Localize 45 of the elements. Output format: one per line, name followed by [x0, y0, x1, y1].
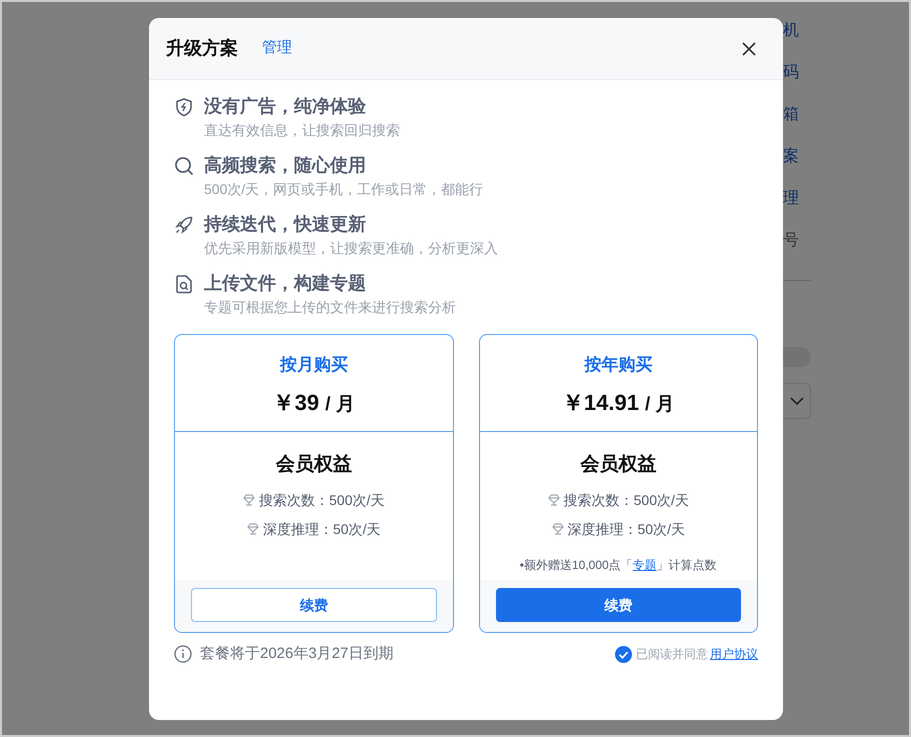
feature-description: 500次/天，网页或手机，工作或日常，都能行 [204, 180, 484, 199]
menu-item[interactable]: 机 [783, 10, 799, 52]
document-search-icon [174, 274, 194, 294]
info-icon [174, 645, 192, 664]
feature-title: 高频搜索，随心使用 [204, 154, 367, 177]
dialog-title: 升级方案 [166, 37, 238, 60]
feature-title: 上传文件，构建专题 [204, 272, 367, 295]
feature-description: 专题可根据您上传的文件来进行搜索分析 [204, 298, 456, 317]
renew-button[interactable]: 续费 [191, 588, 436, 622]
agreement-text: 已阅读并同意 [636, 646, 708, 664]
feature-title: 没有广告，纯净体验 [204, 95, 367, 118]
menu-item[interactable]: 码 [783, 52, 799, 94]
feature-description: 优先采用新版模型，让搜索更准确，分析更深入 [204, 239, 498, 258]
diamond-icon [247, 523, 260, 535]
benefit-text: 搜索次数：500次/天 [564, 490, 689, 510]
plan-title: 按月购买 [278, 354, 349, 376]
benefit-text: 深度推理：50次/天 [568, 520, 685, 538]
topic-link[interactable]: 专题 [632, 558, 657, 572]
price-text: ￥39 / 月 [272, 388, 356, 416]
diamond-icon [243, 494, 256, 506]
menu-item[interactable]: 案 [783, 136, 799, 178]
bonus-note: •额外赠送10,000点「专题」计算点数 [518, 556, 718, 574]
checkbox[interactable] [615, 646, 632, 663]
benefits-title: 会员权益 [579, 453, 658, 477]
menu-item[interactable]: 箱 [783, 94, 799, 136]
expiry-text: 套餐将于2026年3月27日到期 [200, 644, 394, 664]
user-agreement-link[interactable]: 用户协议 [710, 645, 758, 664]
feature-title: 持续迭代，快速更新 [204, 213, 367, 236]
benefit-text: 深度推理：50次/天 [263, 520, 380, 538]
diamond-icon [548, 494, 560, 506]
plan-card[interactable]: 按年购买 ￥14.91 / 月 会员权益 搜索次数：500次/天 深度推理：50次/天 •额外赠送10,000点「专题」计算点数 续费 [478, 334, 758, 633]
diamond-icon [552, 523, 564, 535]
search-icon [174, 156, 194, 176]
chevron-down-icon [790, 396, 804, 406]
plan-card[interactable]: 按月购买 ￥39 / 月 会员权益 搜索次数：500次/天 深度推理：50次/天 续费 [174, 334, 454, 633]
renew-button[interactable]: 续费 [496, 588, 741, 622]
rocket-icon [174, 215, 194, 235]
plan-title: 按年购买 [583, 354, 654, 376]
manage-link[interactable]: 管理 [262, 37, 292, 60]
feature-description: 直达有效信息，让搜索回归搜索 [204, 121, 400, 140]
menu-item[interactable]: 理 [783, 178, 799, 220]
benefits-title: 会员权益 [274, 453, 353, 477]
benefit-text: 搜索次数：500次/天 [259, 490, 384, 510]
shield-icon [174, 97, 194, 117]
price-text: ￥14.91 / 月 [560, 388, 676, 416]
